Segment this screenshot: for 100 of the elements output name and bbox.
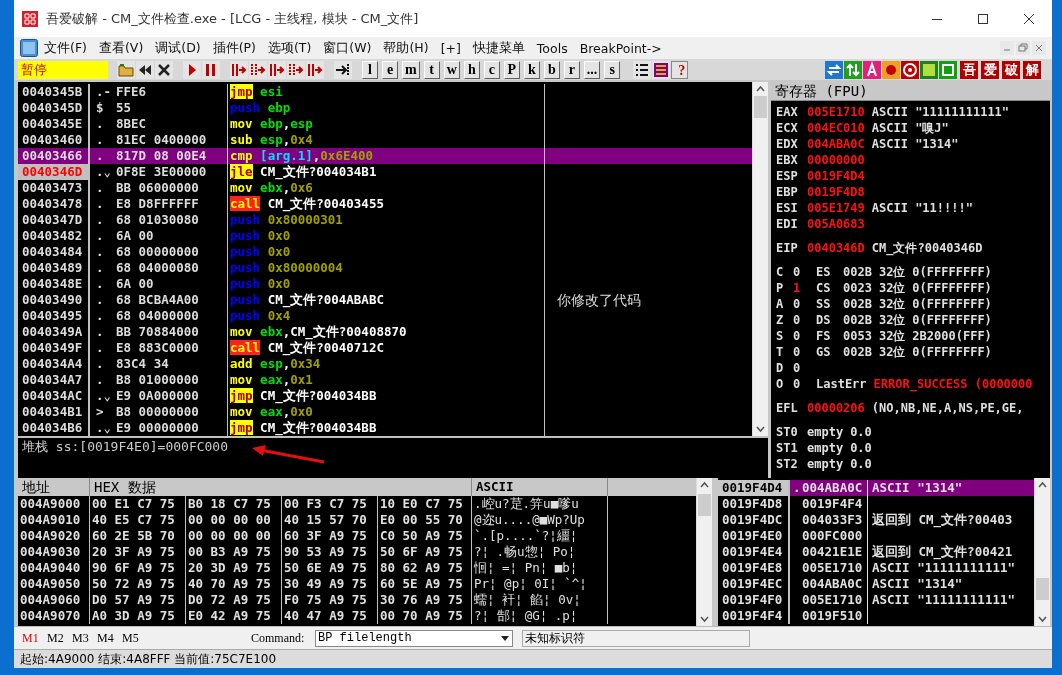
scroll-thumb[interactable] [1036,578,1049,601]
code-row[interactable]: 00403478 . E8 D8FFFFFF call CM_文件?00403455 [18,196,752,213]
menu-item[interactable]: 帮助(H) [377,37,435,59]
trace-over-icon[interactable] [287,60,305,79]
window-grid-icon[interactable] [652,60,671,79]
menu-item[interactable]: 调试(D) [149,37,207,59]
memory-button[interactable]: M3 [72,630,97,646]
menu-item[interactable]: Tools [530,38,574,58]
toolbar-button[interactable]: l [362,60,378,79]
step-into-icon[interactable] [230,60,248,79]
stack-row[interactable]: 0019F4E8 005E1710 ASCII "11111111111" [718,560,1034,577]
code-row[interactable]: 004034B6 .⌄ E9 00000000 jmp CM_文件?004034BB [18,420,752,437]
stack-row[interactable]: 0019F4E4 00421E1E 返回到 CM_文件?00421 [718,544,1034,561]
code-row[interactable]: 00403482 . 6A 00 push 0x0 [18,228,752,245]
menu-item[interactable]: 窗口(W) [317,37,378,59]
memory-button[interactable]: M5 [122,630,147,646]
stack-row[interactable]: 0019F4EC 004ABA0C ASCII "1314" [718,576,1034,593]
toolbar-button[interactable]: k [523,60,540,79]
register-value[interactable]: 00000000 [807,152,865,169]
register-value[interactable]: 0019F4D4 [807,168,865,185]
menu-item[interactable]: [+] [434,38,467,58]
flag-value[interactable]: 1 [793,280,803,297]
arrows-icon[interactable] [844,60,862,79]
vertical-scrollbar[interactable] [1034,478,1050,627]
flag-value[interactable]: 0 [793,312,803,329]
vertical-scrollbar[interactable] [696,478,712,627]
flag-value[interactable]: 0 [793,296,803,313]
play-icon[interactable] [183,60,201,79]
column-header[interactable]: 地址 [18,478,90,497]
letter-icon[interactable] [863,60,881,79]
register-value[interactable]: 004EC010 [807,120,865,137]
stack-row[interactable]: 0019F4D4 .004ABA0C ASCII "1314" [718,480,1034,497]
toolbar-button[interactable]: 解 [1023,60,1041,79]
code-row[interactable]: 00403484 . 68 00000000 push 0x0 [18,244,752,261]
close-icon[interactable] [1023,12,1035,25]
code-row[interactable]: 004034AC .⌄ E9 0A000000 jmp CM_文件?004034BB [18,388,752,405]
register-value[interactable]: 004ABA0C [807,136,865,153]
rewind-icon[interactable] [136,60,154,79]
menu-item[interactable]: 快捷菜单 [466,37,531,59]
code-row[interactable]: 0040345D $ 55 push ebp [18,100,752,117]
stack-row[interactable]: 0019F4F0 005E1710 ASCII "11111111111" [718,592,1034,609]
memory-button[interactable]: M2 [47,630,72,646]
close-icon[interactable] [155,60,173,79]
memory-button[interactable]: M4 [97,630,122,646]
go-to-icon[interactable] [334,60,352,79]
menu-item[interactable]: 选项(T) [261,37,318,59]
toolbar-button[interactable]: e [382,60,398,79]
record-icon[interactable] [882,60,900,79]
vertical-scrollbar[interactable] [752,82,768,437]
register-value[interactable]: 00000206 [807,400,865,417]
flag-value[interactable]: 0 [793,328,803,345]
code-row[interactable]: 0040345B .- FFE6 jmp esi [18,84,752,101]
code-row[interactable]: 0040345E . 8BEC mov ebp,esp [18,116,752,133]
return-icon[interactable] [306,60,324,79]
toolbar-button[interactable]: 爱 [981,60,999,79]
maximize-icon[interactable] [977,12,989,25]
code-row[interactable]: 00403495 . 68 04000000 push 0x4 [18,308,752,325]
toolbar-button[interactable]: P [503,60,520,79]
toolbar-button[interactable]: ... [583,60,601,79]
memory-button[interactable]: M1 [22,630,47,646]
code-row[interactable]: 00403489 . 68 04000080 push 0x80000004 [18,260,752,277]
app-menu-icon[interactable] [20,39,38,58]
list-icon[interactable] [633,60,652,79]
code-row[interactable]: 0040348E . 6A 00 push 0x0 [18,276,752,293]
code-row[interactable]: 004034A4 . 83C4 34 add esp,0x34 [18,356,752,373]
flag-value[interactable]: 0 [793,264,803,281]
toolbar-button[interactable]: m [402,60,420,79]
scroll-thumb[interactable] [754,96,767,119]
toolbar-button[interactable]: 吾 [960,60,978,79]
code-row[interactable]: 0040346D .⌄ 0F8E 3E00000 jle CM_文件?004034B1 [18,164,752,181]
code-row[interactable]: 0040347D . 68 01030080 push 0x80000301 [18,212,752,229]
menu-item[interactable]: 文件(F) [38,37,93,59]
toolbar-button[interactable]: t [423,60,440,79]
register-value[interactable]: 005E1749 [807,200,865,217]
column-header[interactable]: HEX 数据 [90,478,472,497]
toolbar-button[interactable]: h [463,60,480,79]
stack-row[interactable]: 0019F4E0 000FC000 [718,528,1034,545]
trace-into-icon[interactable] [268,60,286,79]
pause-icon[interactable] [202,60,220,79]
scroll-thumb[interactable] [698,494,711,517]
step-over-icon[interactable] [249,60,267,79]
help-button[interactable]: ? [671,60,689,79]
code-row[interactable]: 00403466 . 817D 08 00E4 cmp [arg.1],0x6E400 [18,148,752,165]
menu-item[interactable]: 查看(V) [92,37,150,59]
open-folder-icon[interactable] [117,60,135,79]
menu-item[interactable]: BreakPoint-> [573,38,668,58]
stack-row[interactable]: 0019F4F4 0019F510 [718,608,1034,625]
code-row[interactable]: 00403490 . 68 BCBA4A00 push CM_文件?004ABABC 你修改了代码 [18,292,752,309]
toolbar-button[interactable]: c [483,60,500,79]
stack-row[interactable]: 0019F4D8 0019F4F4 [718,496,1034,513]
toolbar-button[interactable]: r [563,60,580,79]
sync-icon[interactable] [825,60,843,79]
target-icon[interactable] [901,60,919,79]
flag-value[interactable]: 0 [793,344,803,361]
toolbar-button[interactable]: w [443,60,460,79]
toolbar-button[interactable]: s [604,60,621,79]
column-header[interactable]: ASCII [472,478,608,497]
register-value[interactable]: 005E1710 [807,104,865,121]
restore-icon[interactable] [1016,41,1030,56]
register-value[interactable]: 005A0683 [807,216,865,233]
